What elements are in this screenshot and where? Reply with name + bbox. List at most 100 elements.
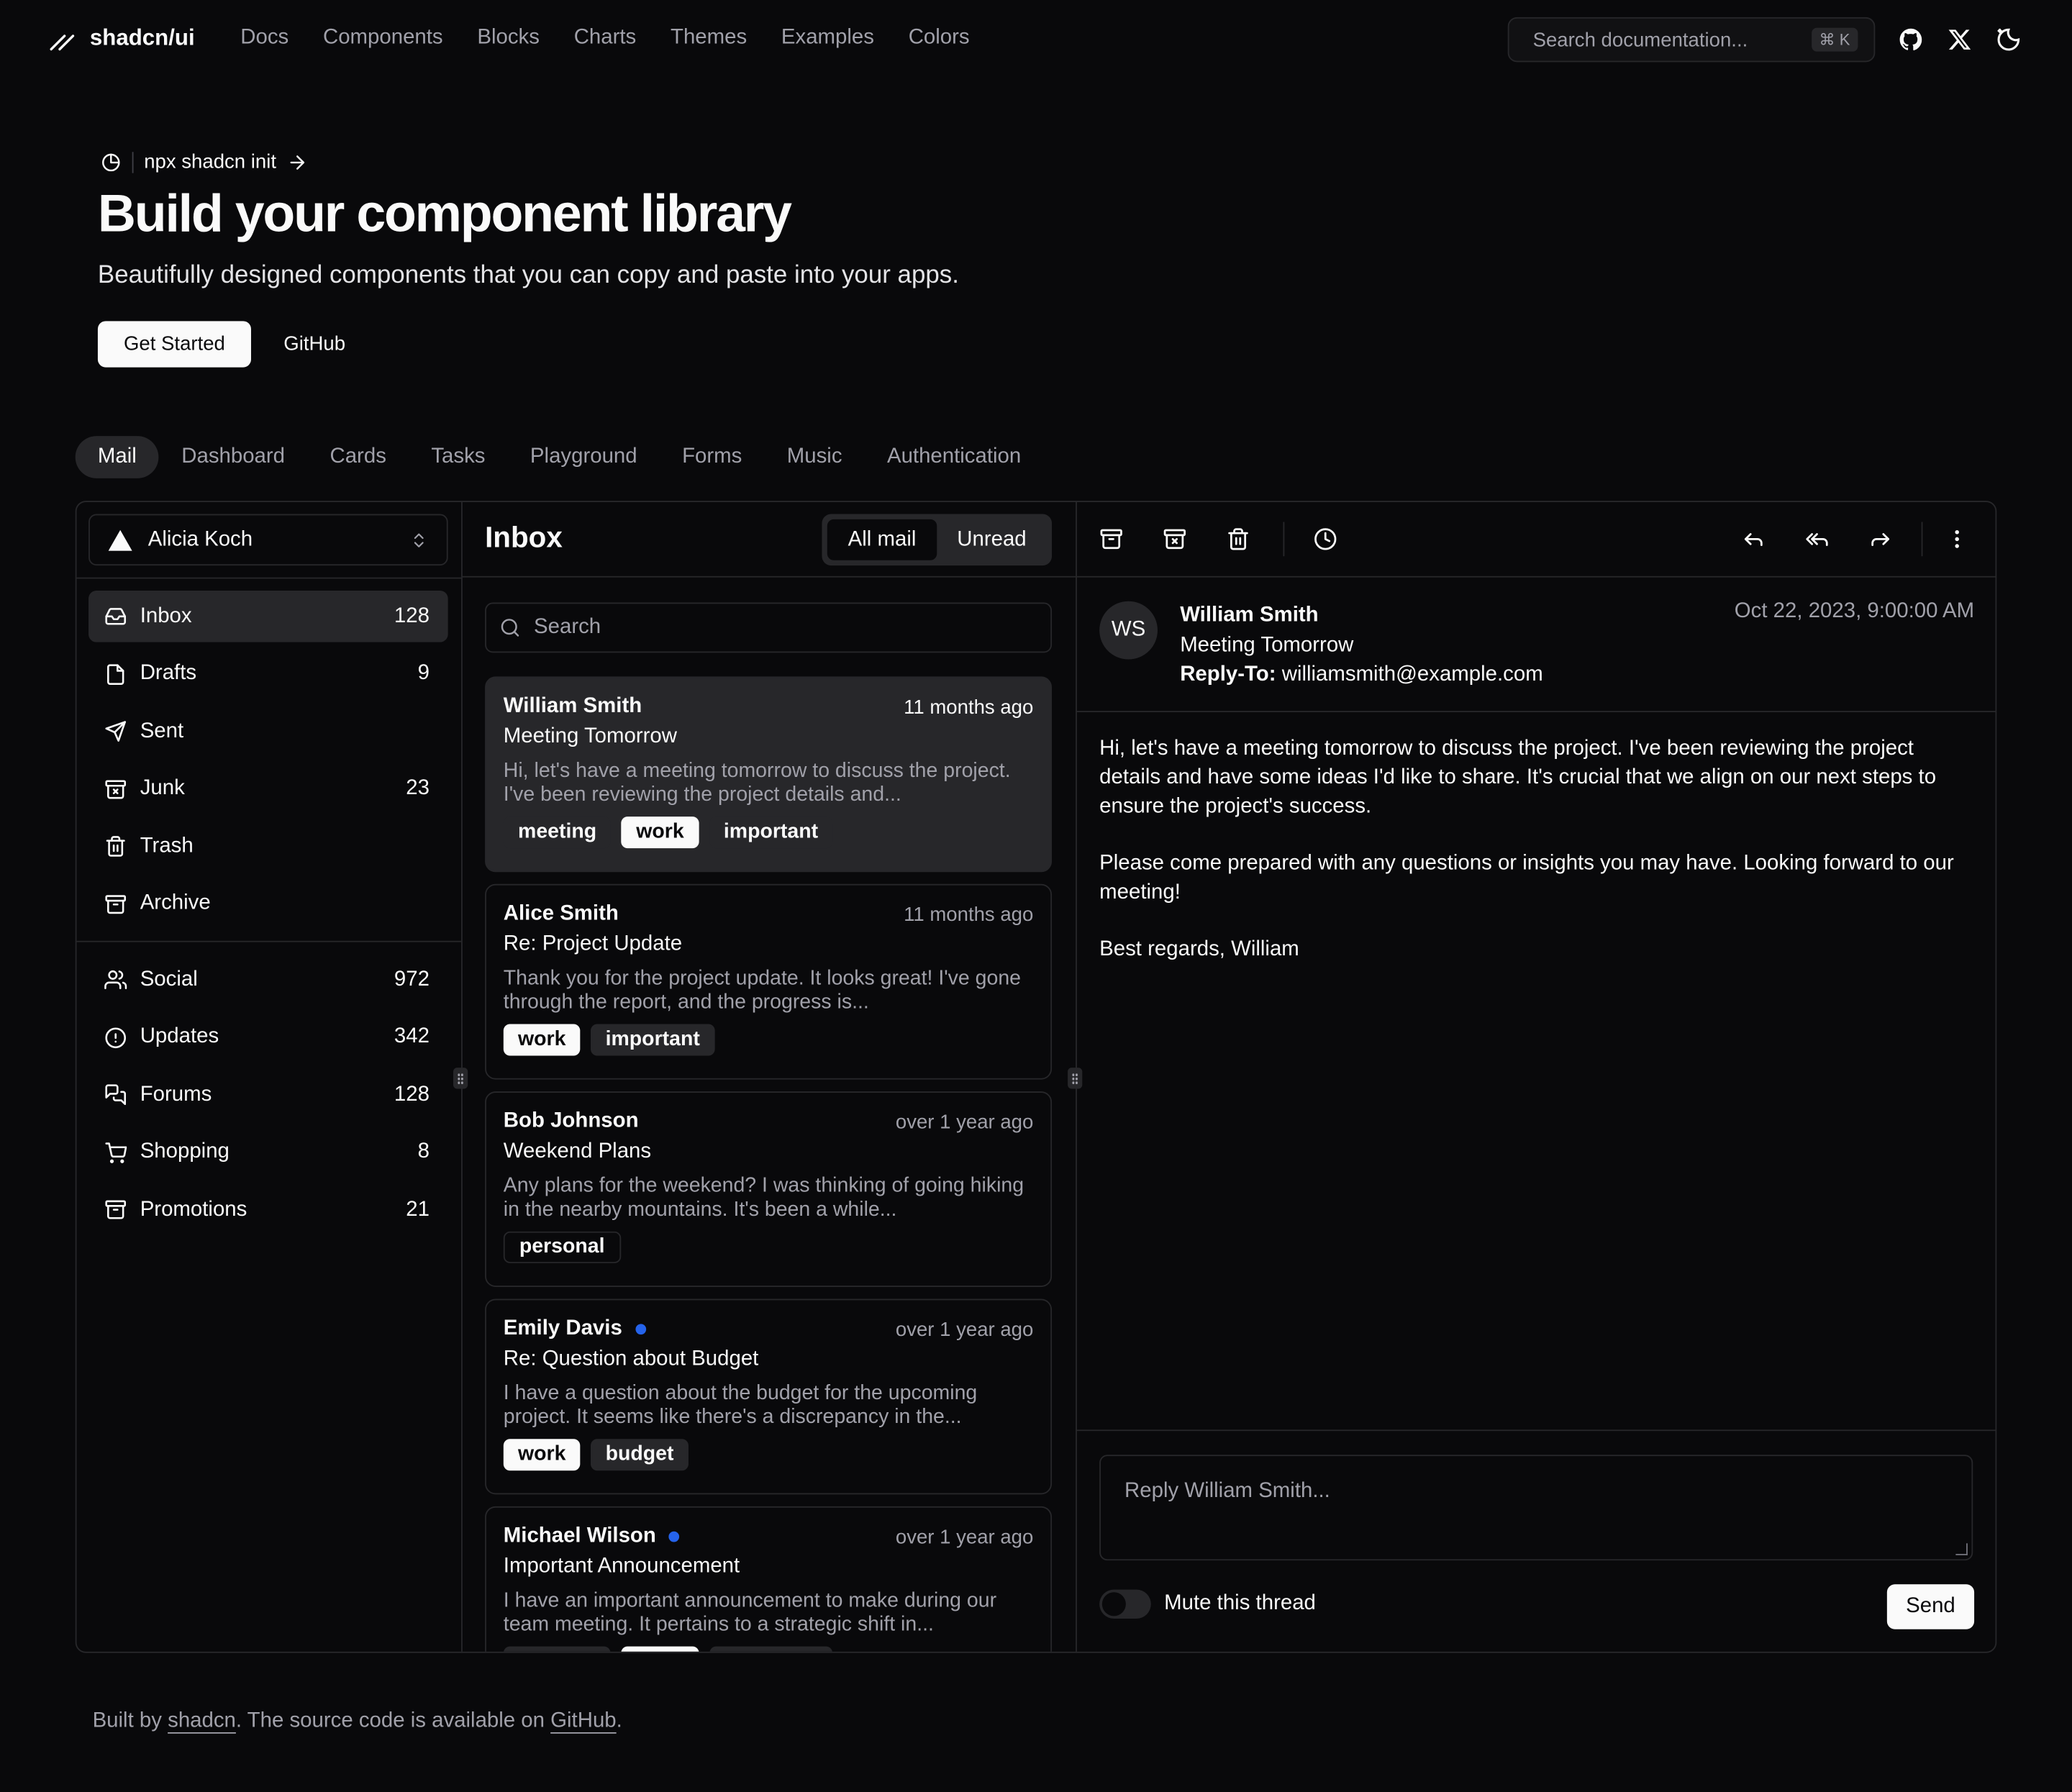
reply-placeholder: Reply William Smith... xyxy=(1124,1480,1330,1503)
search-icon xyxy=(501,619,519,637)
mail-list-item[interactable]: Alice Smith 11 months ago Re: Project Up… xyxy=(485,883,1053,1080)
tab-all-mail[interactable]: All mail xyxy=(827,519,937,560)
tab-authentication[interactable]: Authentication xyxy=(865,436,1044,478)
reply-divider xyxy=(1076,1429,1996,1432)
x-logo-icon[interactable] xyxy=(1947,27,1973,53)
tab-mail[interactable]: Mail xyxy=(75,436,160,478)
archive-x-icon[interactable] xyxy=(1163,527,1189,554)
trash-icon[interactable] xyxy=(1226,527,1253,554)
mail-search-input[interactable]: Search xyxy=(485,602,1053,653)
inbox-title: Inbox xyxy=(485,520,563,554)
mail-list-item[interactable]: Bob Johnson over 1 year ago Weekend Plan… xyxy=(485,1091,1053,1287)
sidebar-item-shopping[interactable]: Shopping 8 xyxy=(88,1127,448,1178)
announcement-link[interactable]: npx shadcn init xyxy=(101,150,309,173)
mail-list-item[interactable]: William Smith 11 months ago Meeting Tomo… xyxy=(485,676,1053,873)
sidebar-item-sent[interactable]: Sent xyxy=(88,706,448,758)
mail-list-item[interactable]: Michael Wilson over 1 year ago Important… xyxy=(485,1506,1053,1652)
unread-dot xyxy=(669,1531,680,1542)
mail-subject: Weekend Plans xyxy=(503,1140,652,1163)
tab-music[interactable]: Music xyxy=(765,436,865,478)
announcement-divider xyxy=(132,151,134,173)
sidebar-item-updates[interactable]: Updates 342 xyxy=(88,1011,448,1063)
tab-forms[interactable]: Forms xyxy=(660,436,765,478)
nav-components[interactable]: Components xyxy=(323,27,443,50)
reply-all-icon[interactable] xyxy=(1805,527,1832,554)
mail-filter-tabs: All mail Unread xyxy=(822,514,1053,566)
mail-tag: personal xyxy=(503,1231,621,1263)
footer-repo-link[interactable]: GitHub xyxy=(550,1710,616,1732)
reply-textarea[interactable]: Reply William Smith... xyxy=(1099,1455,1973,1561)
account-name: Alicia Koch xyxy=(147,527,253,550)
mail-tag: important xyxy=(591,1024,715,1056)
mail-tag: important xyxy=(709,1646,833,1652)
theme-toggle-icon[interactable] xyxy=(1995,27,2022,53)
message-date: Oct 22, 2023, 9:00:00 AM xyxy=(1734,599,1975,623)
nav-colors[interactable]: Colors xyxy=(909,27,970,50)
mail-detail-panel: WS William Smith Meeting Tomorrow Reply-… xyxy=(1076,502,1996,1652)
mute-label: Mute this thread xyxy=(1164,1592,1316,1615)
mail-list-panel: Inbox All mail Unread Search William Smi… xyxy=(461,501,1077,1652)
sidebar-item-count: 23 xyxy=(406,777,430,800)
more-vertical-icon[interactable] xyxy=(1945,527,1972,554)
messages-icon xyxy=(105,1084,127,1106)
mail-tag: work xyxy=(622,817,699,849)
users-icon xyxy=(104,970,127,989)
nav-themes[interactable]: Themes xyxy=(671,27,747,50)
archive-icon xyxy=(105,1201,127,1220)
mail-preview: I have an important announcement to make… xyxy=(503,1589,997,1635)
nav-examples[interactable]: Examples xyxy=(781,27,874,50)
mail-tag: meeting xyxy=(503,1646,612,1652)
sidebar-item-count: 9 xyxy=(417,662,430,685)
sidebar-item-drafts[interactable]: Drafts 9 xyxy=(88,648,448,700)
sidebar-item-count: 128 xyxy=(394,604,430,627)
trash-icon xyxy=(106,836,125,858)
resize-grip-icon[interactable] xyxy=(1955,1543,1968,1555)
nav-docs[interactable]: Docs xyxy=(240,27,288,50)
tab-playground[interactable]: Playground xyxy=(508,436,660,478)
mute-toggle[interactable] xyxy=(1099,1589,1151,1619)
tab-dashboard[interactable]: Dashboard xyxy=(159,436,307,478)
sidebar-item-label: Archive xyxy=(140,892,211,915)
unread-dot xyxy=(635,1324,646,1335)
get-started-button[interactable]: Get Started xyxy=(97,321,251,368)
clock-icon[interactable] xyxy=(1314,527,1340,554)
archive-icon[interactable] xyxy=(1099,527,1126,554)
sidebar-item-promotions[interactable]: Promotions 21 xyxy=(88,1184,448,1236)
sidebar-item-forums[interactable]: Forums 128 xyxy=(88,1069,448,1121)
site-footer: Built by shadcn. The source code is avai… xyxy=(93,1710,622,1734)
tab-cards[interactable]: Cards xyxy=(307,436,409,478)
sidebar-item-label: Drafts xyxy=(140,662,197,685)
search-shortcut: ⌘ K xyxy=(1811,27,1858,52)
github-button[interactable]: GitHub xyxy=(262,321,368,367)
footer-author-link[interactable]: shadcn xyxy=(168,1710,236,1732)
nav-charts[interactable]: Charts xyxy=(574,27,637,50)
mail-app: Alicia Koch Inbox 128 Drafts 9 Sent Junk… xyxy=(75,501,1997,1653)
sidebar-item-label: Shopping xyxy=(140,1140,230,1163)
docs-search-button[interactable]: Search documentation... ⌘ K xyxy=(1507,17,1876,63)
account-switcher[interactable]: Alicia Koch xyxy=(88,514,448,566)
sidebar-item-archive[interactable]: Archive xyxy=(88,878,448,930)
sidebar-divider xyxy=(76,940,462,942)
forward-icon[interactable] xyxy=(1868,527,1895,554)
docs-search-placeholder: Search documentation... xyxy=(1532,28,1748,51)
mail-subject: Re: Project Update xyxy=(503,932,683,955)
mail-list-item[interactable]: Emily Davis over 1 year ago Re: Question… xyxy=(485,1298,1053,1495)
brand-logo[interactable]: shadcn/ui xyxy=(47,24,195,53)
mail-tag: budget xyxy=(591,1439,689,1471)
sidebar-item-inbox[interactable]: Inbox 128 xyxy=(88,591,448,642)
sidebar-item-junk[interactable]: Junk 23 xyxy=(88,763,448,815)
mail-tag: important xyxy=(709,817,833,849)
tab-unread[interactable]: Unread xyxy=(937,519,1046,560)
send-button[interactable]: Send xyxy=(1886,1584,1975,1629)
reply-icon[interactable] xyxy=(1742,527,1768,554)
github-icon[interactable] xyxy=(1898,27,1925,53)
sidebar-divider xyxy=(76,577,462,579)
sidebar-item-social[interactable]: Social 972 xyxy=(88,954,448,1006)
nav-blocks[interactable]: Blocks xyxy=(477,27,540,50)
sidebar-item-label: Promotions xyxy=(140,1198,247,1221)
announcement-text: npx shadcn init xyxy=(144,150,277,173)
mail-time: over 1 year ago xyxy=(895,1318,1034,1341)
page-subtitle: Beautifully designed components that you… xyxy=(97,261,959,290)
sidebar-item-trash[interactable]: Trash xyxy=(88,821,448,873)
tab-tasks[interactable]: Tasks xyxy=(409,436,508,478)
